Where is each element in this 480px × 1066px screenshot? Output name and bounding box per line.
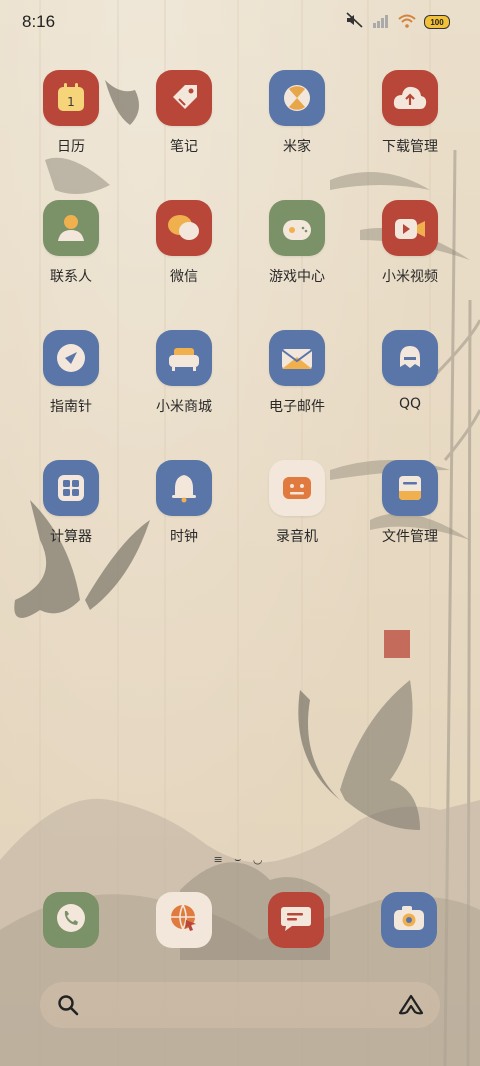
- dock-messages[interactable]: [268, 892, 324, 948]
- dock-browser[interactable]: [156, 892, 212, 948]
- search-bar[interactable]: [40, 982, 440, 1028]
- app-wechat[interactable]: 微信: [134, 200, 234, 286]
- app-label: 计算器: [50, 529, 92, 545]
- search-icon[interactable]: [56, 993, 80, 1021]
- status-bar: 8:16 100: [0, 0, 480, 44]
- app-compass[interactable]: 指南针: [21, 330, 121, 416]
- app-label: 游戏中心: [269, 269, 325, 285]
- app-notes[interactable]: 笔记: [134, 70, 234, 156]
- status-icons: 100: [346, 12, 450, 32]
- app-calendar[interactable]: 1 日历: [21, 70, 121, 156]
- app-email[interactable]: 电子邮件: [247, 330, 347, 416]
- message-icon: [278, 901, 314, 939]
- signal-icon: [372, 13, 390, 32]
- app-calculator[interactable]: 计算器: [21, 460, 121, 546]
- assistant-icon[interactable]: [398, 994, 424, 1020]
- app-label: 笔记: [170, 139, 198, 155]
- app-downloads[interactable]: 下载管理: [360, 70, 460, 156]
- battery-icon: 100: [424, 15, 450, 29]
- app-contacts[interactable]: 联系人: [21, 200, 121, 286]
- phone-icon: [54, 901, 88, 939]
- app-label: 日历: [57, 139, 85, 155]
- bell-icon: [156, 460, 212, 516]
- app-label: 指南针: [50, 399, 92, 415]
- wifi-icon: [398, 13, 416, 32]
- contact-icon: [43, 200, 99, 256]
- mute-icon: [346, 12, 364, 32]
- app-mi-video[interactable]: 小米视频: [360, 200, 460, 286]
- calendar-icon: 1: [43, 70, 99, 126]
- dock-camera[interactable]: [381, 892, 437, 948]
- app-label: 小米商城: [156, 399, 212, 415]
- mijia-icon: [269, 70, 325, 126]
- calendar-badge: 1: [67, 95, 75, 109]
- penguin-icon: [382, 330, 438, 386]
- status-time: 8:16: [22, 12, 56, 31]
- app-label: 时钟: [170, 529, 198, 545]
- app-game-center[interactable]: 游戏中心: [247, 200, 347, 286]
- app-label: 电子邮件: [269, 399, 325, 415]
- app-clock[interactable]: 时钟: [134, 460, 234, 546]
- video-camera-icon: [382, 200, 438, 256]
- camera-icon: [391, 902, 427, 938]
- app-label: QQ: [398, 396, 422, 412]
- app-label: 小米视频: [382, 269, 438, 285]
- app-label: 录音机: [276, 529, 318, 545]
- file-icon: [382, 460, 438, 516]
- cloud-upload-icon: [382, 70, 438, 126]
- mail-icon: [269, 330, 325, 386]
- recorder-icon: [269, 460, 325, 516]
- calculator-icon: [43, 460, 99, 516]
- app-label: 微信: [170, 269, 198, 285]
- compass-icon: [43, 330, 99, 386]
- gamepad-icon: [269, 200, 325, 256]
- dock-phone[interactable]: [43, 892, 99, 948]
- app-label: 文件管理: [382, 529, 438, 545]
- app-file-manager[interactable]: 文件管理: [360, 460, 460, 546]
- app-mijia[interactable]: 米家: [247, 70, 347, 156]
- app-label: 下载管理: [382, 139, 438, 155]
- globe-icon: [166, 900, 202, 940]
- sofa-icon: [156, 330, 212, 386]
- page-indicator[interactable]: ≡ ⌣ ◡: [0, 853, 480, 867]
- tag-icon: [156, 70, 212, 126]
- chat-bubble-icon: [156, 200, 212, 256]
- app-mi-store[interactable]: 小米商城: [134, 330, 234, 416]
- app-label: 米家: [283, 139, 311, 155]
- app-recorder[interactable]: 录音机: [247, 460, 347, 546]
- app-qq[interactable]: QQ: [360, 330, 460, 412]
- app-label: 联系人: [50, 269, 92, 285]
